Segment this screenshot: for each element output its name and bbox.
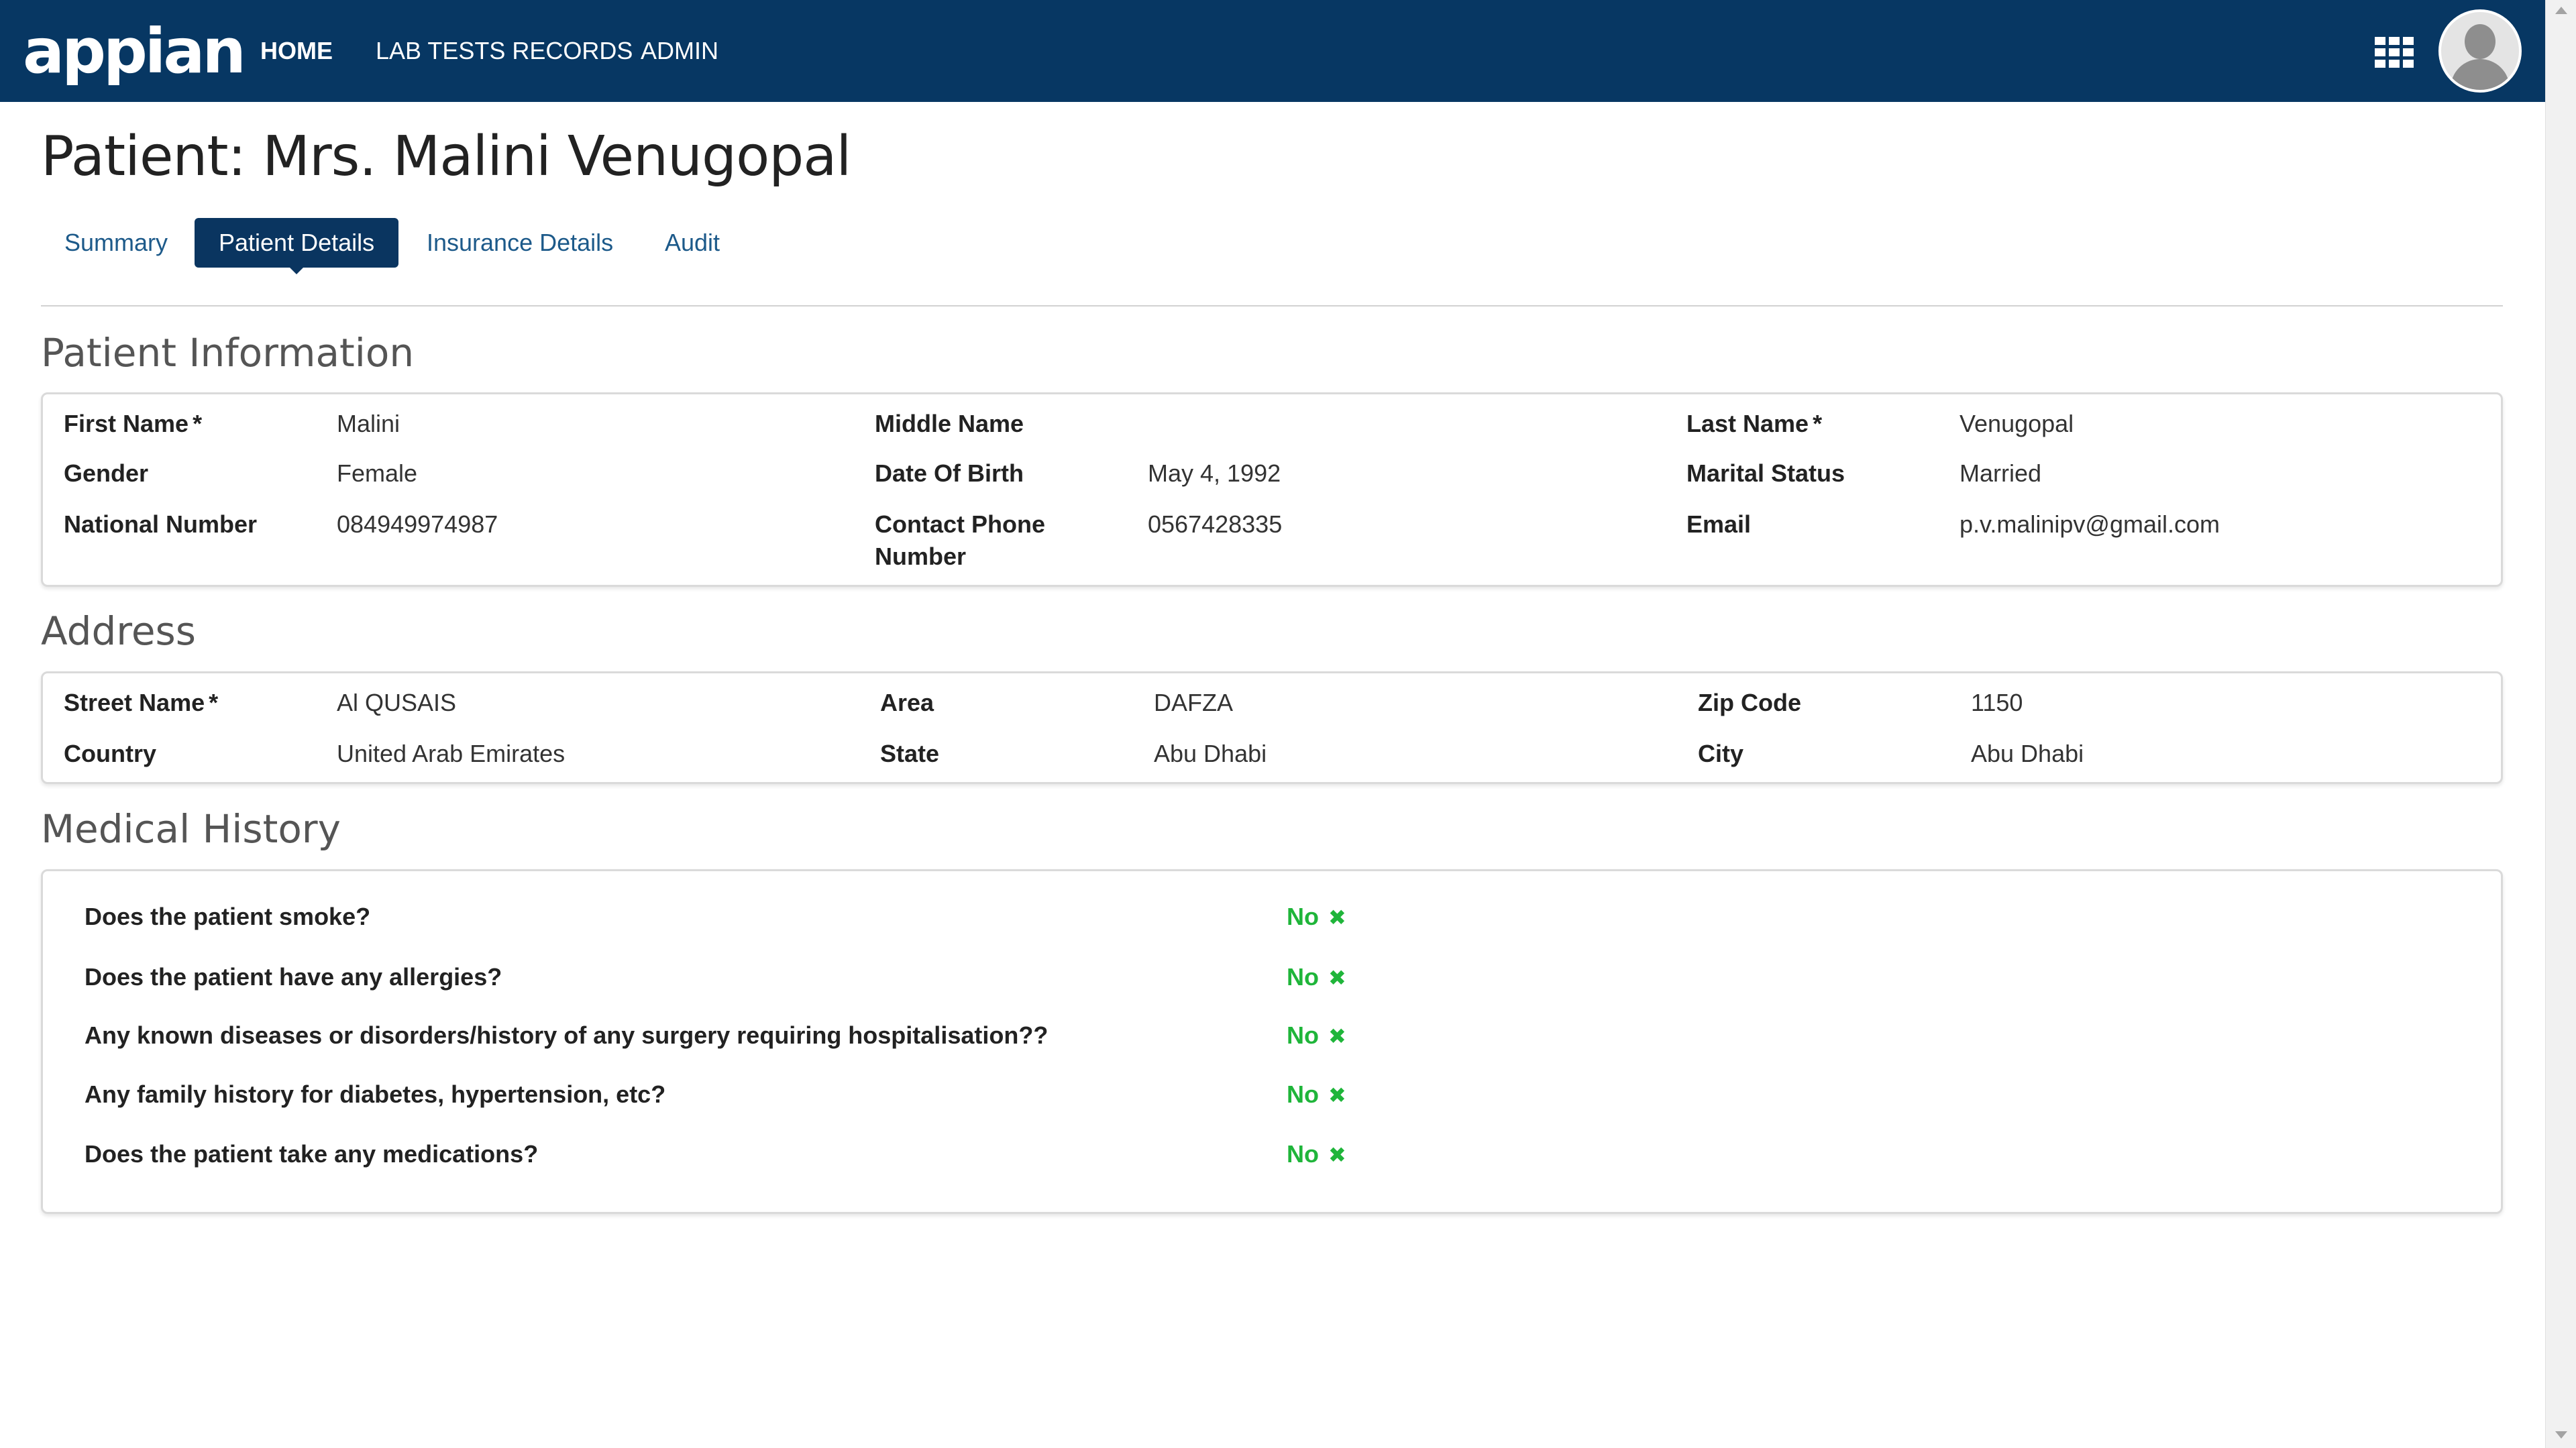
tab-insurance-details[interactable]: Insurance Details xyxy=(402,218,637,268)
medical-history-card: Does the patient smoke? No ✖ Does the pat… xyxy=(41,869,2503,1214)
appian-logo[interactable]: appian xyxy=(23,15,246,89)
area-label: Area xyxy=(880,689,934,716)
medical-answer: No ✖ xyxy=(1287,901,1346,934)
apps-grid-icon[interactable] xyxy=(2375,37,2414,68)
tab-audit[interactable]: Audit xyxy=(641,218,744,268)
x-mark-icon: ✖ xyxy=(1328,1024,1346,1048)
section-title-patient-information: Patient Information xyxy=(41,330,415,376)
state-value: Abu Dhabi xyxy=(1154,740,1267,767)
required-marker: * xyxy=(1813,410,1823,437)
marital-status-value: Married xyxy=(1960,459,2042,487)
zip-code-label: Zip Code xyxy=(1698,689,1801,716)
x-mark-icon: ✖ xyxy=(1328,966,1346,990)
nav-admin-link[interactable]: ADMIN xyxy=(641,0,718,102)
last-name-label: Last Name * xyxy=(1686,410,1823,437)
medical-answer: No ✖ xyxy=(1287,1138,1346,1171)
middle-name-label: Middle Name xyxy=(875,410,1024,437)
x-mark-icon: ✖ xyxy=(1328,905,1346,930)
country-label: Country xyxy=(64,740,156,767)
medical-question: Does the patient take any medications? xyxy=(85,1140,539,1168)
email-label: Email xyxy=(1686,510,1752,538)
page-title: Patient: Mrs. Malini Venugopal xyxy=(41,125,851,188)
email-value: p.v.malinipv@gmail.com xyxy=(1960,510,2220,538)
scroll-up-arrow-icon[interactable] xyxy=(2555,7,2567,14)
country-value: United Arab Emirates xyxy=(337,740,566,767)
national-number-label: National Number xyxy=(64,510,258,538)
medical-question: Any family history for diabetes, hyperte… xyxy=(85,1080,666,1108)
page-scrollbar[interactable] xyxy=(2545,0,2576,1448)
tab-divider xyxy=(41,305,2503,307)
address-card: Street Name * Al QUSAIS Area DAFZA Zip Co… xyxy=(41,671,2503,784)
zip-code-value: 1150 xyxy=(1971,689,2023,716)
nav-lab-tests-records-link[interactable]: LAB TESTS RECORDS xyxy=(376,0,633,102)
national-number-value: 084949974987 xyxy=(337,510,498,538)
section-title-address: Address xyxy=(41,608,196,654)
first-name-value: Malini xyxy=(337,410,400,437)
medical-question: Any known diseases or disorders/history … xyxy=(85,1021,1049,1049)
area-value: DAFZA xyxy=(1154,689,1234,716)
medical-question: Does the patient have any allergies? xyxy=(85,963,502,991)
contact-phone-label: Contact Phone Number xyxy=(875,510,1046,570)
date-of-birth-label: Date Of Birth xyxy=(875,459,1024,487)
required-marker: * xyxy=(209,689,219,716)
tab-patient-details[interactable]: Patient Details xyxy=(195,218,399,274)
user-avatar-icon[interactable] xyxy=(2438,9,2522,93)
x-mark-icon: ✖ xyxy=(1328,1083,1346,1107)
gender-label: Gender xyxy=(64,459,149,487)
x-mark-icon: ✖ xyxy=(1328,1143,1346,1167)
tab-summary[interactable]: Summary xyxy=(40,218,192,268)
date-of-birth-value: May 4, 1992 xyxy=(1148,459,1281,487)
city-value: Abu Dhabi xyxy=(1971,740,2084,767)
medical-answer: No ✖ xyxy=(1287,1078,1346,1111)
medical-question: Does the patient smoke? xyxy=(85,903,371,930)
last-name-value: Venugopal xyxy=(1960,410,2074,437)
section-title-medical-history: Medical History xyxy=(41,806,341,852)
required-marker: * xyxy=(193,410,203,437)
patient-information-card: First Name * Malini Middle Name Last Name… xyxy=(41,392,2503,587)
gender-value: Female xyxy=(337,459,418,487)
street-name-value: Al QUSAIS xyxy=(337,689,457,716)
city-label: City xyxy=(1698,740,1744,767)
nav-home-link[interactable]: HOME xyxy=(260,0,333,102)
scroll-down-arrow-icon[interactable] xyxy=(2555,1431,2567,1439)
marital-status-label: Marital Status xyxy=(1686,459,1845,487)
state-label: State xyxy=(880,740,940,767)
medical-answer: No ✖ xyxy=(1287,1019,1346,1052)
contact-phone-value: 0567428335 xyxy=(1148,510,1283,538)
top-nav-bar: appian HOME LAB TESTS RECORDS ADMIN xyxy=(0,0,2545,102)
medical-answer: No ✖ xyxy=(1287,961,1346,994)
first-name-label: First Name * xyxy=(64,410,203,437)
street-name-label: Street Name * xyxy=(64,689,219,716)
